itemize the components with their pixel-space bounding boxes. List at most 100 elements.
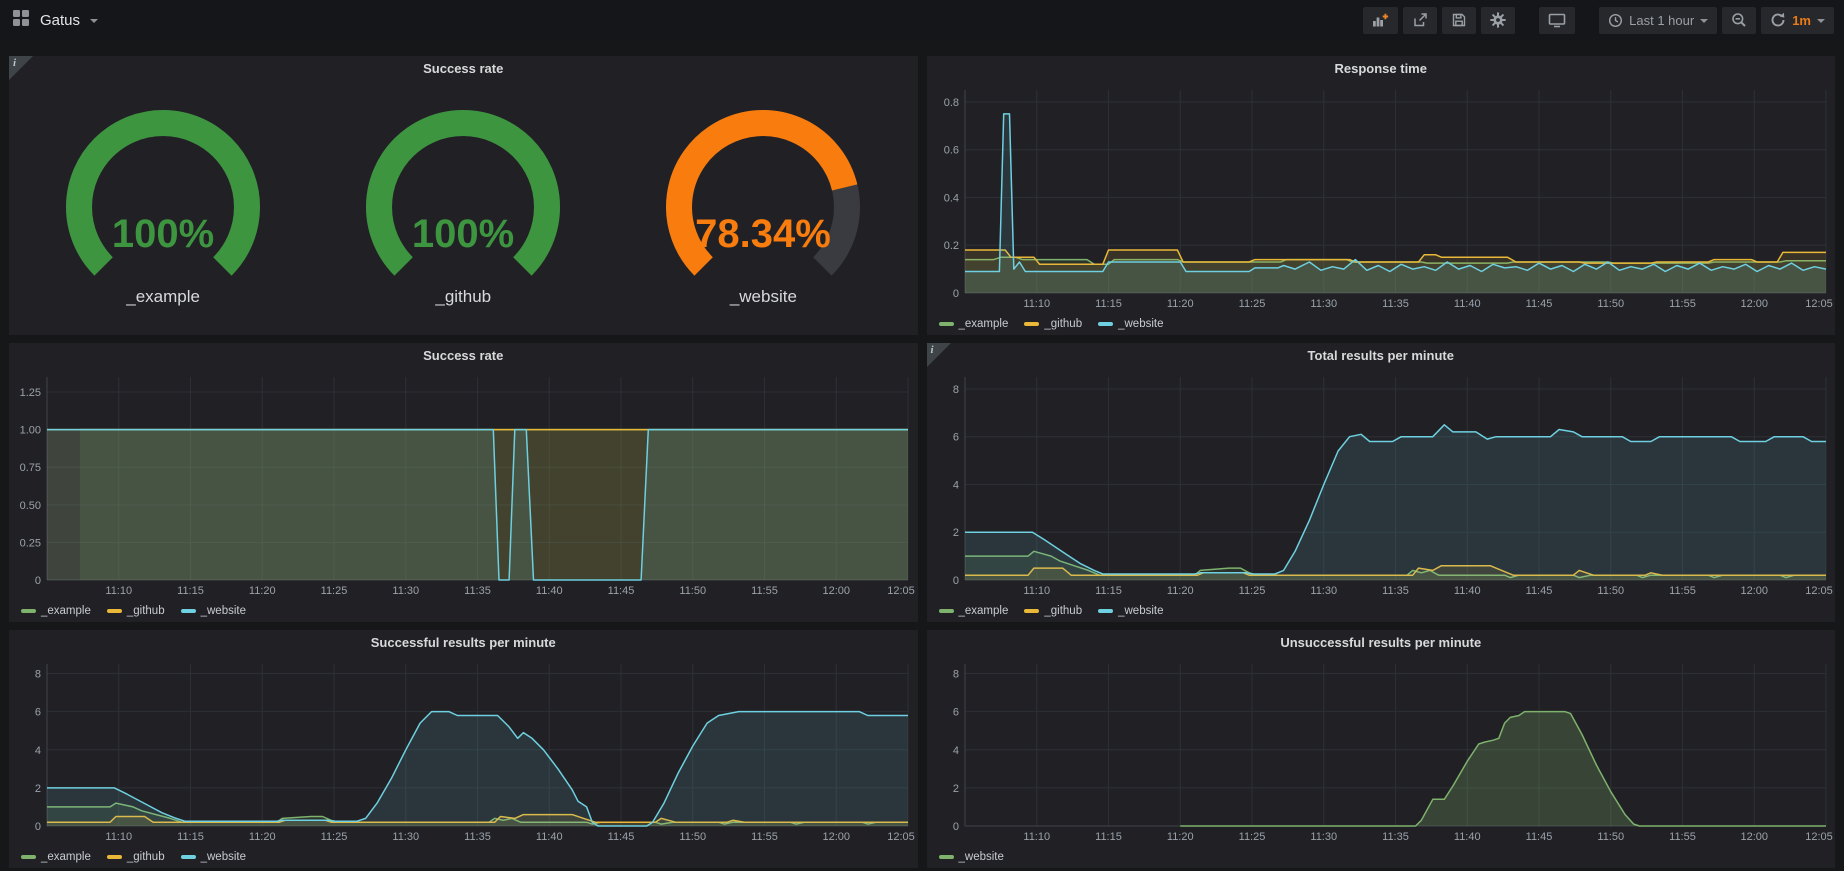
- gauge-label: _github: [435, 287, 491, 307]
- svg-text:11:50: 11:50: [1597, 298, 1624, 310]
- svg-text:12:05: 12:05: [1805, 585, 1833, 597]
- panel-title[interactable]: Success rate: [9, 343, 918, 369]
- svg-text:11:10: 11:10: [105, 585, 132, 597]
- gauge-value: 100%: [112, 212, 214, 256]
- chart-area: 11:1011:1511:2011:2511:3011:3511:4011:45…: [927, 656, 1836, 846]
- legend-item-website[interactable]: _website: [181, 851, 246, 863]
- panel-info-icon[interactable]: i: [927, 343, 951, 367]
- success-rate-chart[interactable]: 11:1011:1511:2011:2511:3011:3511:4011:45…: [9, 369, 918, 600]
- chart-legend: _example _github _website: [9, 600, 918, 622]
- svg-text:11:55: 11:55: [1669, 298, 1696, 310]
- panel-success-rate-gauges: i Success rate 100%_example100%_github78…: [9, 56, 918, 335]
- apps-grid-icon[interactable]: [12, 9, 30, 32]
- save-icon: [1451, 12, 1467, 28]
- legend-swatch: [939, 855, 954, 859]
- svg-text:11:10: 11:10: [1023, 831, 1050, 843]
- legend-item-website[interactable]: _website: [1098, 318, 1163, 330]
- legend-swatch: [21, 609, 36, 613]
- svg-text:0: 0: [952, 821, 958, 833]
- panel-info-icon[interactable]: i: [9, 56, 33, 80]
- legend-swatch: [21, 855, 36, 859]
- svg-text:11:30: 11:30: [392, 831, 419, 843]
- legend-swatch: [1024, 609, 1039, 613]
- svg-text:11:15: 11:15: [177, 831, 204, 843]
- chart-legend: _example _github _website: [9, 846, 918, 868]
- svg-text:11:20: 11:20: [1166, 585, 1193, 597]
- unsuccessful-results-chart[interactable]: 11:1011:1511:2011:2511:3011:3511:4011:45…: [927, 656, 1836, 846]
- legend-item-website[interactable]: _website: [939, 851, 1004, 863]
- dashboard-title[interactable]: Gatus: [40, 12, 80, 29]
- legend-item-github[interactable]: _github: [107, 851, 165, 863]
- svg-text:11:20: 11:20: [1166, 831, 1193, 843]
- legend-item-github[interactable]: _github: [1024, 605, 1082, 617]
- svg-text:11:45: 11:45: [1525, 831, 1552, 843]
- legend-item-github[interactable]: _github: [1024, 318, 1082, 330]
- panel-response-time: Response time 11:1011:1511:2011:2511:301…: [927, 56, 1836, 335]
- svg-text:11:20: 11:20: [1166, 298, 1193, 310]
- add-panel-button[interactable]: [1363, 7, 1398, 34]
- chart-legend: _website: [927, 846, 1836, 868]
- chart-area: 11:1011:1511:2011:2511:3011:3511:4011:45…: [927, 82, 1836, 313]
- save-button[interactable]: [1442, 7, 1476, 34]
- gauge-value: 78.34%: [696, 212, 832, 256]
- settings-button[interactable]: [1481, 7, 1515, 34]
- svg-text:0.2: 0.2: [943, 240, 958, 252]
- svg-text:11:50: 11:50: [1597, 585, 1624, 597]
- svg-text:1.25: 1.25: [20, 387, 41, 399]
- panel-title[interactable]: Success rate: [9, 56, 918, 82]
- legend-item-github[interactable]: _github: [107, 605, 165, 617]
- legend-swatch: [1024, 322, 1039, 326]
- refresh-button[interactable]: 1m: [1761, 7, 1834, 34]
- refresh-icon: [1770, 12, 1786, 28]
- svg-text:11:50: 11:50: [679, 831, 706, 843]
- zoom-out-button[interactable]: [1722, 7, 1756, 34]
- legend-item-example[interactable]: _example: [939, 605, 1009, 617]
- gauge-github: 100%_github: [317, 105, 609, 307]
- svg-text:0.4: 0.4: [943, 192, 958, 204]
- successful-results-chart[interactable]: 11:1011:1511:2011:2511:3011:3511:4011:45…: [9, 656, 918, 846]
- monitor-icon: [1548, 12, 1566, 28]
- svg-text:11:30: 11:30: [1310, 831, 1337, 843]
- svg-text:11:35: 11:35: [1382, 831, 1409, 843]
- dashboard-grid: i Success rate 100% _example 100%_github 78…: [9, 56, 1835, 868]
- legend-item-website[interactable]: _website: [181, 605, 246, 617]
- total-results-chart[interactable]: 11:1011:1511:2011:2511:3011:3511:4011:45…: [927, 369, 1836, 600]
- svg-text:4: 4: [952, 745, 958, 757]
- cycle-view-button[interactable]: [1539, 7, 1575, 34]
- panel-title[interactable]: Response time: [927, 56, 1836, 82]
- panel-title[interactable]: Successful results per minute: [9, 630, 918, 656]
- svg-text:12:00: 12:00: [822, 585, 850, 597]
- svg-text:0.6: 0.6: [943, 145, 958, 157]
- svg-text:11:45: 11:45: [608, 831, 635, 843]
- svg-text:11:45: 11:45: [1525, 298, 1552, 310]
- svg-text:0.75: 0.75: [20, 462, 41, 474]
- svg-text:8: 8: [952, 384, 958, 396]
- time-range-button[interactable]: Last 1 hour: [1599, 7, 1717, 34]
- svg-text:12:05: 12:05: [1805, 831, 1833, 843]
- svg-text:6: 6: [952, 432, 958, 444]
- clock-icon: [1608, 13, 1623, 28]
- svg-text:4: 4: [35, 745, 41, 757]
- svg-text:11:50: 11:50: [1597, 831, 1624, 843]
- svg-text:11:25: 11:25: [1238, 585, 1265, 597]
- panel-title[interactable]: Unsuccessful results per minute: [927, 630, 1836, 656]
- svg-text:11:55: 11:55: [1669, 831, 1696, 843]
- legend-item-example[interactable]: _example: [939, 318, 1009, 330]
- legend-item-example[interactable]: _example: [21, 605, 91, 617]
- svg-text:2: 2: [952, 783, 958, 795]
- svg-text:11:15: 11:15: [177, 585, 204, 597]
- svg-text:12:05: 12:05: [887, 831, 915, 843]
- svg-text:11:30: 11:30: [392, 585, 419, 597]
- legend-item-website[interactable]: _website: [1098, 605, 1163, 617]
- svg-text:12:05: 12:05: [887, 585, 915, 597]
- share-button[interactable]: [1403, 7, 1437, 34]
- svg-text:6: 6: [35, 707, 41, 719]
- svg-text:2: 2: [35, 783, 41, 795]
- response-time-chart[interactable]: 11:1011:1511:2011:2511:3011:3511:4011:45…: [927, 82, 1836, 313]
- panel-title[interactable]: Total results per minute: [927, 343, 1836, 369]
- time-range-label: Last 1 hour: [1629, 13, 1694, 28]
- legend-item-example[interactable]: _example: [21, 851, 91, 863]
- svg-text:11:35: 11:35: [464, 585, 491, 597]
- nav-right: Last 1 hour 1m: [1363, 7, 1834, 34]
- chart-area: 11:1011:1511:2011:2511:3011:3511:4011:45…: [9, 369, 918, 600]
